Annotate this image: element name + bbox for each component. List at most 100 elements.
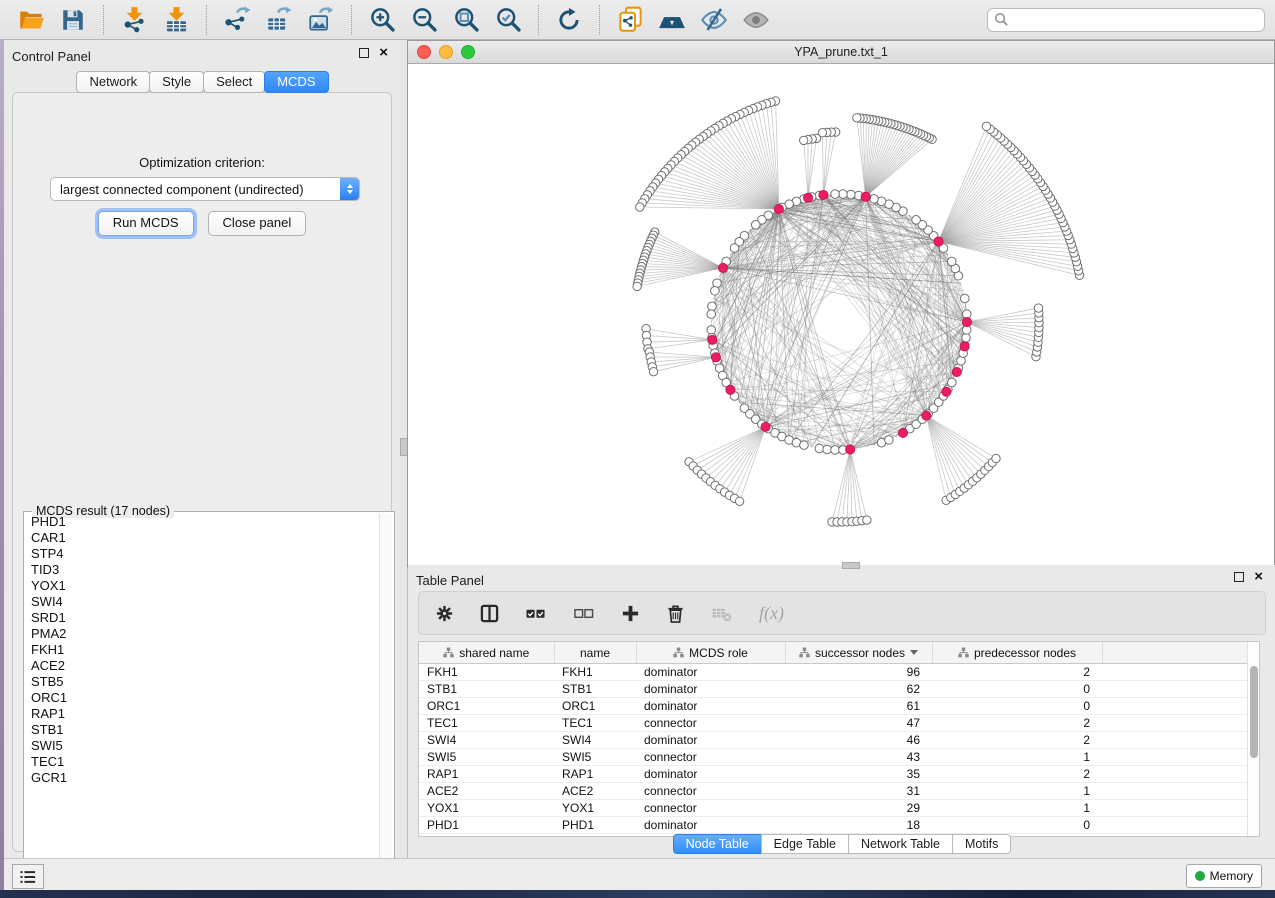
open-file-button[interactable] xyxy=(16,5,46,35)
table-cell[interactable]: dominator xyxy=(636,664,785,681)
mcds-hub-node[interactable] xyxy=(960,342,969,351)
table-cell[interactable]: STB1 xyxy=(554,681,636,698)
network-node[interactable] xyxy=(751,220,760,229)
network-node[interactable] xyxy=(912,216,921,225)
column-header-name[interactable]: name xyxy=(554,642,636,664)
table-cell[interactable]: dominator xyxy=(636,732,785,749)
table-cell[interactable]: 46 xyxy=(785,732,932,749)
mcds-hub-node[interactable] xyxy=(774,204,783,213)
mcds-hub-node[interactable] xyxy=(942,387,951,396)
table-cell[interactable]: 47 xyxy=(785,715,932,732)
float-panel-icon[interactable] xyxy=(359,48,369,58)
table-cell[interactable]: ORC1 xyxy=(554,698,636,715)
tab-network-table[interactable]: Network Table xyxy=(848,834,953,854)
tab-select[interactable]: Select xyxy=(203,71,265,93)
network-node[interactable] xyxy=(711,286,720,295)
network-node[interactable] xyxy=(708,302,717,311)
table-row[interactable]: TEC1TEC1connector472 xyxy=(419,715,1249,732)
mcds-list-scrollbar[interactable] xyxy=(379,514,392,886)
table-cell[interactable]: 2 xyxy=(932,766,1102,783)
mcds-result-item[interactable]: STB5 xyxy=(26,674,380,690)
table-row[interactable]: STB1STB1dominator620 xyxy=(419,681,1249,698)
table-cell[interactable]: 1 xyxy=(932,800,1102,817)
table-cell[interactable]: SWI5 xyxy=(419,749,554,766)
table-cell[interactable]: TEC1 xyxy=(554,715,636,732)
table-row[interactable]: ORC1ORC1dominator610 xyxy=(419,698,1249,715)
network-node[interactable] xyxy=(649,367,657,375)
export-image-button[interactable] xyxy=(306,5,336,35)
mcds-result-item[interactable]: GCR1 xyxy=(26,770,380,786)
network-search-box[interactable] xyxy=(987,8,1265,32)
network-node[interactable] xyxy=(1034,304,1042,312)
mcds-result-item[interactable]: ACE2 xyxy=(26,658,380,674)
show-hide-graphics-button[interactable] xyxy=(699,5,729,35)
table-cell[interactable]: 1 xyxy=(932,749,1102,766)
tab-edge-table[interactable]: Edge Table xyxy=(761,834,849,854)
table-cell[interactable]: dominator xyxy=(636,817,785,834)
zoom-in-button[interactable] xyxy=(367,5,397,35)
mcds-result-item[interactable]: RAP1 xyxy=(26,706,380,722)
export-network-button[interactable] xyxy=(222,5,252,35)
task-history-button[interactable] xyxy=(12,864,44,889)
export-table-button[interactable] xyxy=(264,5,294,35)
mcds-hub-node[interactable] xyxy=(761,422,770,431)
mcds-result-item[interactable]: STB1 xyxy=(26,722,380,738)
table-settings-icon[interactable] xyxy=(435,604,454,623)
mcds-hub-node[interactable] xyxy=(711,353,720,362)
import-table-button[interactable] xyxy=(161,5,191,35)
network-node[interactable] xyxy=(735,497,743,505)
search-input[interactable] xyxy=(1009,10,1258,30)
mcds-hub-node[interactable] xyxy=(952,367,961,376)
close-panel-button[interactable]: Close panel xyxy=(208,211,307,236)
level-of-detail-button[interactable] xyxy=(741,5,771,35)
network-node[interactable] xyxy=(707,326,716,335)
table-cell[interactable]: 31 xyxy=(785,783,932,800)
mcds-hub-node[interactable] xyxy=(819,190,828,199)
network-node[interactable] xyxy=(947,378,956,387)
mcds-result-item[interactable]: SWI5 xyxy=(26,738,380,754)
table-cell[interactable]: RAP1 xyxy=(419,766,554,783)
mcds-hub-node[interactable] xyxy=(898,428,907,437)
add-column-icon[interactable] xyxy=(621,604,640,623)
zoom-selected-button[interactable] xyxy=(493,5,523,35)
zoom-out-button[interactable] xyxy=(409,5,439,35)
network-node[interactable] xyxy=(707,310,716,319)
table-cell[interactable]: STB1 xyxy=(419,681,554,698)
network-node[interactable] xyxy=(947,257,956,266)
mcds-hub-node[interactable] xyxy=(962,317,971,326)
import-network-button[interactable] xyxy=(119,5,149,35)
table-cell[interactable]: 2 xyxy=(932,732,1102,749)
mcds-hub-node[interactable] xyxy=(726,385,735,394)
table-cell[interactable]: PHD1 xyxy=(554,817,636,834)
mcds-result-item[interactable]: TID3 xyxy=(26,562,380,578)
mcds-hub-node[interactable] xyxy=(922,411,931,420)
mcds-result-item[interactable]: FKH1 xyxy=(26,642,380,658)
table-cell[interactable]: YOX1 xyxy=(419,800,554,817)
network-node[interactable] xyxy=(633,282,641,290)
clone-network-button[interactable] xyxy=(615,5,645,35)
run-mcds-button[interactable]: Run MCDS xyxy=(98,211,194,236)
mcds-result-item[interactable]: YOX1 xyxy=(26,578,380,594)
table-cell[interactable]: 2 xyxy=(932,715,1102,732)
mcds-result-item[interactable]: PHD1 xyxy=(26,514,380,530)
column-header-shared-name[interactable]: shared name xyxy=(419,642,554,664)
table-cell[interactable]: SWI4 xyxy=(419,732,554,749)
table-row[interactable]: PHD1PHD1dominator180 xyxy=(419,817,1249,834)
tab-motifs[interactable]: Motifs xyxy=(952,834,1011,854)
mcds-result-item[interactable]: CAR1 xyxy=(26,530,380,546)
table-cell[interactable]: TEC1 xyxy=(419,715,554,732)
table-row[interactable]: YOX1YOX1connector291 xyxy=(419,800,1249,817)
network-node[interactable] xyxy=(853,114,861,122)
mcds-hub-node[interactable] xyxy=(718,263,727,272)
network-node[interactable] xyxy=(636,203,644,211)
table-row[interactable]: ACE2ACE2connector311 xyxy=(419,783,1249,800)
network-node[interactable] xyxy=(992,454,1000,462)
network-node[interactable] xyxy=(800,136,808,144)
network-node[interactable] xyxy=(823,445,832,454)
mcds-result-item[interactable]: SWI4 xyxy=(26,594,380,610)
table-cell[interactable]: ACE2 xyxy=(554,783,636,800)
mcds-result-list[interactable]: PHD1CAR1STP4TID3YOX1SWI4SRD1PMA2FKH1ACE2… xyxy=(26,514,380,886)
table-cell[interactable]: 35 xyxy=(785,766,932,783)
network-node[interactable] xyxy=(815,444,824,453)
network-node[interactable] xyxy=(831,190,840,199)
